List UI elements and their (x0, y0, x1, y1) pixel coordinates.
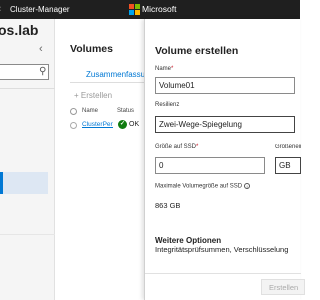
nav-item-volumes-selected[interactable] (0, 172, 48, 194)
status-text: OK (129, 121, 140, 128)
max-size-label: Maximale Volumegröße auf SSD i (155, 183, 251, 190)
name-label: Name* (155, 66, 174, 72)
divider (0, 234, 55, 235)
select-all-radio[interactable] (70, 108, 77, 115)
panel-footer (145, 273, 301, 274)
resiliency-dropdown[interactable]: Zwei-Wege-Spiegelung (155, 116, 295, 133)
divider (70, 82, 144, 83)
ssd-size-field[interactable]: 0 (155, 157, 265, 174)
left-nav-pane: os.lab ‹ ⚲ (0, 19, 55, 300)
resiliency-label: Resilienz (155, 102, 180, 108)
size-unit-dropdown[interactable]: GB (275, 157, 301, 174)
column-header-status[interactable]: Status (117, 108, 134, 114)
search-input[interactable]: ⚲ (0, 64, 49, 80)
brand-label: Microsoft (142, 4, 177, 14)
chevron-left-icon[interactable]: ‹ (0, 3, 1, 13)
collapse-chevron-icon[interactable]: ‹ (39, 43, 43, 55)
max-size-value: 863 GB (155, 201, 181, 210)
divider (0, 88, 55, 89)
panel-title: Volume erstellen (155, 45, 239, 57)
host-title: os.lab (0, 22, 39, 38)
microsoft-logo-icon (129, 4, 140, 15)
row-select-radio[interactable] (70, 122, 77, 129)
search-icon[interactable]: ⚲ (39, 66, 46, 77)
app-name[interactable]: Cluster-Manager (10, 5, 70, 14)
name-field[interactable]: Volume01 (155, 77, 295, 94)
page-title: Volumes (70, 43, 113, 55)
volume-link[interactable]: ClusterPerformanceHistory (82, 121, 113, 128)
volumes-pane: Volumes Zusammenfassung + Erstellen Name… (56, 19, 154, 300)
more-options-description[interactable]: Integritätsprüfsummen, Verschlüsselung (155, 245, 288, 254)
info-icon[interactable]: i (244, 183, 251, 189)
submit-create-button[interactable]: Erstellen (261, 279, 305, 295)
top-bar: ‹ Cluster-Manager Microsoft (0, 0, 300, 19)
column-header-name[interactable]: Name (82, 108, 98, 114)
microsoft-brand: Microsoft (129, 4, 177, 15)
size-unit-label: Größeneinheit (275, 144, 301, 150)
create-button[interactable]: + Erstellen (74, 91, 112, 100)
table-row[interactable]: ClusterPerformanceHistory ✓ OK (70, 117, 144, 130)
create-volume-panel: Volume erstellen Name* Volume01 Resilien… (144, 19, 305, 300)
ok-status-icon: ✓ (118, 120, 127, 129)
more-options-title: Weitere Optionen (155, 236, 222, 245)
ssd-size-label: Größe auf SSD* (155, 144, 199, 150)
